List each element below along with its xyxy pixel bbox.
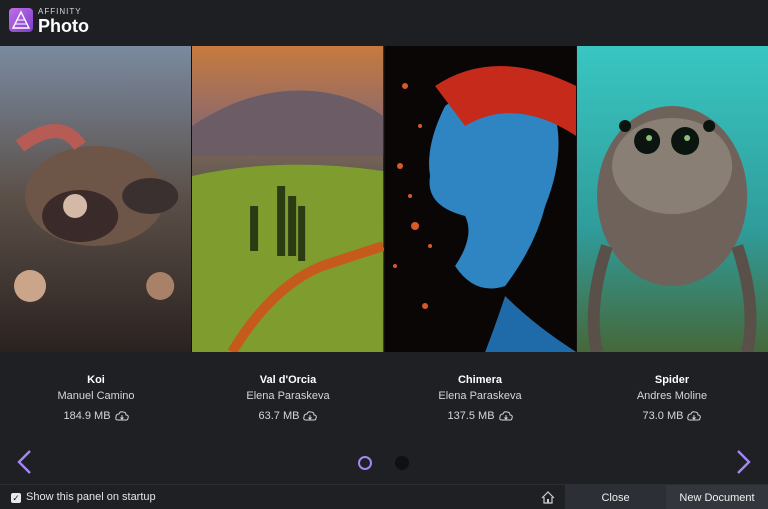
- home-icon[interactable]: [530, 485, 565, 509]
- sample-gallery: [0, 46, 768, 352]
- brand-photo-text: Photo: [38, 16, 89, 36]
- app-header: AFFINITY Photo: [0, 0, 768, 46]
- pagination-dot-1[interactable]: [358, 456, 372, 470]
- gallery-image-koi[interactable]: [0, 46, 192, 352]
- show-on-startup-label[interactable]: Show this panel on startup: [26, 491, 156, 503]
- card-size: 184.9 MB: [63, 410, 111, 422]
- gallery-card-koi: Koi Manuel Camino 184.9 MB: [0, 374, 192, 424]
- checkbox-checked-icon[interactable]: ✓: [11, 493, 21, 503]
- close-button[interactable]: Close: [565, 485, 666, 509]
- card-title: Val d'Orcia: [259, 374, 317, 386]
- cloud-download-icon[interactable]: [114, 411, 129, 421]
- card-size: 137.5 MB: [447, 410, 495, 422]
- gallery-card-chimera: Chimera Elena Paraskeva 137.5 MB: [384, 374, 576, 424]
- affinity-photo-logo: [9, 8, 33, 32]
- brand-affinity-text: AFFINITY: [38, 7, 82, 16]
- gallery-card-spider: Spider Andres Moline 73.0 MB: [576, 374, 768, 424]
- card-author: Andres Moline: [636, 390, 708, 402]
- card-author: Manuel Camino: [57, 390, 135, 402]
- cloud-download-icon[interactable]: [687, 411, 702, 421]
- new-document-button[interactable]: New Document: [666, 485, 768, 509]
- gallery-card-val-dorcia: Val d'Orcia Elena Paraskeva 63.7 MB: [192, 374, 384, 424]
- card-size: 73.0 MB: [642, 410, 684, 422]
- gallery-image-chimera[interactable]: [384, 46, 576, 352]
- gallery-image-spider[interactable]: [576, 46, 768, 352]
- footer-bar: ✓ Show this panel on startup Close New D…: [0, 484, 768, 509]
- card-size: 63.7 MB: [258, 410, 300, 422]
- card-title: Koi: [87, 374, 105, 386]
- cloud-download-icon[interactable]: [303, 411, 318, 421]
- cloud-download-icon[interactable]: [498, 411, 513, 421]
- pagination-dot-2[interactable]: [395, 456, 409, 470]
- card-title: Spider: [654, 374, 690, 386]
- card-author: Elena Paraskeva: [438, 390, 522, 402]
- chevron-left-icon[interactable]: [14, 449, 36, 475]
- card-title: Chimera: [457, 374, 503, 386]
- gallery-info-row: Koi Manuel Camino 184.9 MB Val d'Orcia E…: [0, 374, 768, 424]
- card-author: Elena Paraskeva: [246, 390, 330, 402]
- gallery-image-val-dorcia[interactable]: [192, 46, 384, 352]
- chevron-right-icon[interactable]: [732, 449, 754, 475]
